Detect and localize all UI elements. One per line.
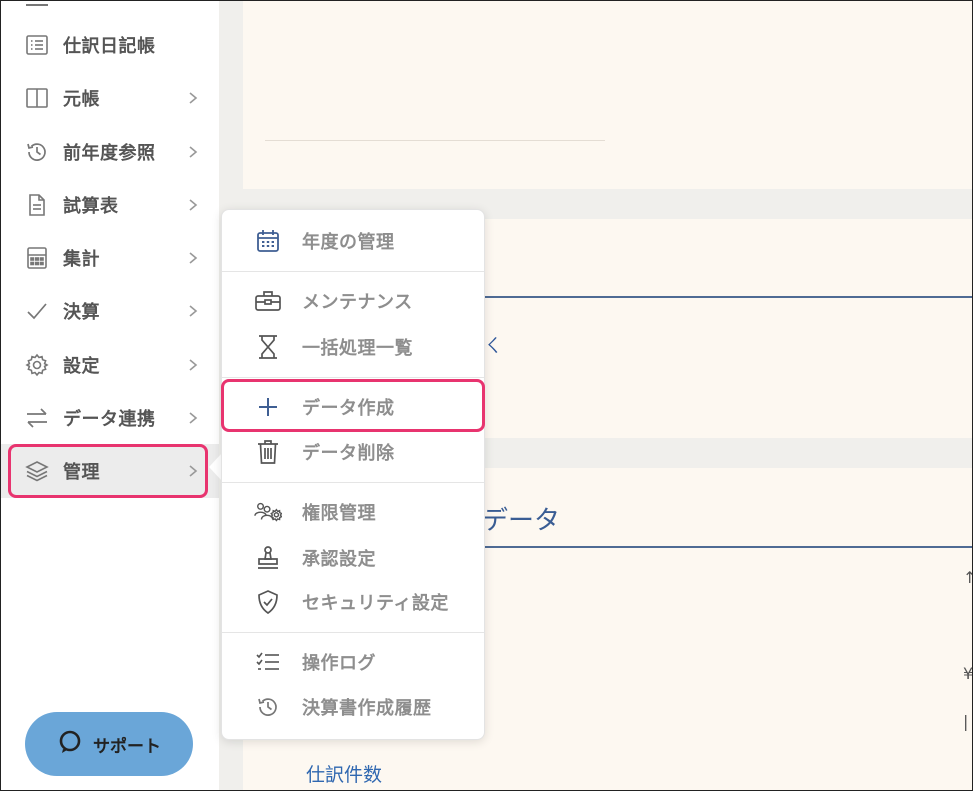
- content-panel-top: [243, 0, 973, 189]
- chat-bubble-icon: [57, 729, 83, 759]
- highlight-data-create: [221, 379, 485, 432]
- menu-divider: [222, 482, 484, 483]
- support-button-label: サポート: [93, 736, 161, 757]
- sidebar-item-2[interactable]: 元帳: [0, 71, 219, 125]
- clipped-text-fragment: ¥: [963, 664, 973, 683]
- menu-item-7[interactable]: 承認設定: [222, 535, 484, 579]
- menu-item-label: 承認設定: [302, 549, 376, 570]
- sidebar-item-label: 設定: [63, 356, 100, 377]
- history-icon: [24, 139, 50, 165]
- sidebar-item-5[interactable]: 集計: [0, 231, 219, 285]
- menu-item-2[interactable]: メンテナンス: [222, 278, 484, 322]
- sidebar-item-7[interactable]: 設定: [0, 338, 219, 392]
- document-icon: [24, 192, 50, 218]
- menu-item-label: 権限管理: [302, 503, 376, 524]
- menu-item-10[interactable]: 決算書作成履歴: [222, 684, 484, 728]
- menu-item-6[interactable]: 権限管理: [222, 489, 484, 533]
- menu-item-8[interactable]: セキュリティ設定: [222, 579, 484, 623]
- menu-item-label: セキュリティ設定: [302, 593, 449, 614]
- shield-check-icon: [254, 588, 282, 616]
- menu-item-label: 操作ログ: [302, 653, 376, 674]
- management-menu: 年度の管理 メンテナンス 一括処理一覧 データ作成 データ削除 権限管理 承認設定 セキュリテ…: [221, 209, 485, 740]
- sidebar-item-3[interactable]: 前年度参照: [0, 125, 219, 179]
- section-title-underline: [483, 546, 973, 548]
- sidebar-item-4[interactable]: 試算表: [0, 178, 219, 232]
- section-title: データ: [482, 506, 561, 536]
- sidebar-item-label: 前年度参照: [63, 143, 156, 164]
- menu-item-label: 決算書作成履歴: [302, 698, 432, 719]
- menu-divider: [222, 377, 484, 378]
- hourglass-icon: [254, 333, 282, 361]
- sidebar-item-label: 集計: [63, 249, 100, 270]
- journal-count-label: 仕訳件数: [306, 764, 383, 786]
- support-button[interactable]: サポート: [25, 712, 193, 776]
- menu-item-label: メンテナンス: [302, 292, 413, 313]
- menu-item-1[interactable]: 年度の管理: [222, 218, 484, 262]
- toolbox-icon: [254, 287, 282, 315]
- trash-icon: [254, 438, 282, 466]
- sidebar-item-label: データ連携: [63, 409, 156, 430]
- exchange-icon: [24, 405, 50, 431]
- sidebar: 仕訳日記帳 元帳 前年度参照 試算表 集計 決算 設定 データ連携 管理 サポート: [0, 0, 219, 791]
- checklist-icon: [254, 648, 282, 676]
- sidebar-top-clipped-icon: [26, 0, 48, 6]
- section-underline: [483, 296, 973, 298]
- sidebar-item-8[interactable]: データ連携: [0, 391, 219, 445]
- divider-line: [265, 140, 605, 141]
- history-icon: [254, 693, 282, 721]
- menu-item-label: 年度の管理: [302, 232, 395, 253]
- menu-item-label: 一括処理一覧: [302, 338, 413, 359]
- sidebar-item-6[interactable]: 決算: [0, 284, 219, 338]
- sidebar-item-label: 仕訳日記帳: [63, 36, 156, 57]
- chevron-right-icon: [184, 143, 202, 161]
- chevron-right-icon: [184, 356, 202, 374]
- menu-divider: [222, 271, 484, 272]
- chevron-right-icon: [184, 409, 202, 427]
- sidebar-item-label: 元帳: [63, 89, 100, 110]
- menu-divider: [222, 632, 484, 633]
- check-icon: [24, 298, 50, 324]
- chevron-right-icon: [184, 196, 202, 214]
- sidebar-item-1[interactable]: 仕訳日記帳: [0, 18, 219, 72]
- stamp-icon: [254, 544, 282, 572]
- calendar-icon: [254, 227, 282, 255]
- sidebar-item-label: 試算表: [63, 196, 119, 217]
- chevron-right-icon: [184, 249, 202, 267]
- clipped-text-fragment: ㄑ: [484, 336, 502, 357]
- users-gear-icon: [254, 498, 282, 526]
- menu-item-3[interactable]: 一括処理一覧: [222, 324, 484, 368]
- book-icon: [24, 85, 50, 111]
- clipped-text-fragment: ↑: [963, 568, 973, 587]
- highlight-kanri: [8, 444, 208, 498]
- clipped-text-fragment: |: [963, 712, 969, 731]
- list-icon: [24, 32, 50, 58]
- sidebar-item-label: 決算: [63, 302, 100, 323]
- menu-item-5[interactable]: データ削除: [222, 429, 484, 473]
- menu-item-9[interactable]: 操作ログ: [222, 639, 484, 683]
- menu-item-label: データ削除: [302, 443, 395, 464]
- calculator-icon: [24, 245, 50, 271]
- chevron-right-icon: [184, 302, 202, 320]
- gear-icon: [24, 352, 50, 378]
- chevron-right-icon: [184, 89, 202, 107]
